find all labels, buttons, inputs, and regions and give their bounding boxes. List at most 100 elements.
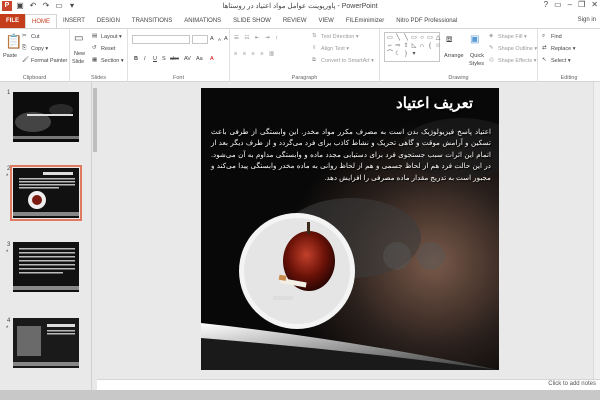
list-buttons[interactable]: ☰ ☷ ⇤ ⇥ ↕ [234,35,280,41]
minimize-button[interactable]: – [568,0,572,9]
shadow-button[interactable]: S [162,56,166,62]
editor-scrollbar[interactable] [593,82,600,379]
new-slide-icon[interactable]: ▭ [74,33,83,44]
copy-button[interactable]: ⎘ Copy ▾ [22,45,48,52]
slides-group-label: Slides [91,75,106,81]
change-case-button[interactable]: Aa [196,56,203,62]
effects-icon: ◎ [489,57,494,63]
tab-transitions[interactable]: TRANSITIONS [126,14,178,28]
ribbon-display-icon[interactable]: ▭ [554,0,562,9]
shape-more-icon[interactable]: ▾ [410,50,418,58]
shape-line-icon[interactable]: ╲ [394,34,402,42]
paste-icon[interactable]: 📋 [5,33,22,50]
tab-fileminimizer[interactable]: FILEminimizer [340,14,390,28]
convert-smartart-button[interactable]: ⧉ Convert to SmartArt ▾ [312,57,374,64]
shape-curve-icon[interactable]: ∩ [418,42,426,50]
quick-styles-label[interactable]: Quick [470,53,484,59]
thumbnail-slide-3[interactable] [13,242,79,292]
arrange-icon[interactable]: ⧈ [446,34,452,45]
replace-button[interactable]: ⇄ Replace ▾ [542,45,575,52]
tab-review[interactable]: REVIEW [277,14,313,28]
font-color-button[interactable]: A [210,56,214,62]
grow-font-button[interactable]: A [210,36,214,42]
quick-styles-icon[interactable]: ▣ [470,34,479,45]
thumbnail-slide-4[interactable] [13,318,79,368]
shape-oval-icon[interactable]: ○ [418,34,426,42]
italic-button[interactable]: I [144,56,146,62]
shape-brace2-icon[interactable]: } [402,50,410,58]
slide-body-text[interactable]: اعتیاد پاسخ فیزیولوژیک بدن است به مصرف م… [211,126,491,183]
shape-arrow-icon[interactable]: ⇨ [394,42,402,50]
tab-animations[interactable]: ANIMATIONS [178,14,227,28]
help-button[interactable]: ? [544,0,548,9]
clear-format-button[interactable]: A [224,36,228,42]
thumbnail-slide-2[interactable] [10,165,82,221]
reset-button[interactable]: ↺ Reset [92,45,115,52]
shape-line2-icon[interactable]: ╲ [402,34,410,42]
tab-home[interactable]: HOME [25,14,57,28]
font-name-input[interactable] [132,35,190,44]
tab-view[interactable]: VIEW [313,14,340,28]
alignment-buttons[interactable]: ≡ ≡ ≡ ≡ ▥ [234,51,276,57]
shape-moon-icon[interactable]: ☾ [394,50,402,58]
text-direction-button[interactable]: ⇅ Text Direction ▾ [312,33,359,40]
align-text-button[interactable]: ⇳ Align Text ▾ [312,45,349,52]
shape-rect-icon[interactable]: ▭ [410,34,418,42]
shrink-font-button[interactable]: A [218,37,221,42]
shape-rtriangle-icon[interactable]: ◺ [410,42,418,50]
underline-button[interactable]: U [153,56,157,62]
shape-outline-button[interactable]: ✎ Shape Outline ▾ [489,45,537,52]
layout-button[interactable]: ▤ Layout ▾ [92,33,122,40]
cut-label: Cut [31,33,40,40]
close-button[interactable]: ✕ [591,0,598,9]
font-group: A A A B I U S abc AV Aa A Font [128,29,230,83]
tab-design[interactable]: DESIGN [91,14,126,28]
shape-curve2-icon[interactable]: ⌒ [386,50,394,58]
shape-textbox-icon[interactable]: ▭ [386,34,394,42]
shape-arrow-up-icon[interactable]: ⇧ [402,42,410,50]
tab-file[interactable]: FILE [0,14,25,28]
new-slide-label[interactable]: New [74,51,85,57]
shape-effects-button[interactable]: ◎ Shape Effects ▾ [489,57,536,64]
bold-button[interactable]: B [134,56,138,62]
clipboard-group: 📋 Paste ✂ Cut ⎘ Copy ▾ 🖌 Format Painter Cli… [0,29,70,83]
quick-styles-label-2[interactable]: Styles [469,61,484,67]
thumbnail-3-image [13,242,79,292]
find-button[interactable]: ⌕ Find [542,33,562,40]
shape-elbow-icon[interactable]: ⌐ [386,42,394,50]
shape-triangle-icon[interactable]: △ [434,34,442,42]
brush-icon: 🖌 [22,57,29,63]
paste-button[interactable]: Paste [3,53,17,59]
format-painter-button[interactable]: 🖌 Format Painter [22,57,67,64]
select-button[interactable]: ↖ Select ▾ [542,57,571,64]
thumbnail-slide-1[interactable] [13,92,79,142]
restore-button[interactable]: ❐ [578,0,585,9]
char-spacing-button[interactable]: AV [184,56,191,62]
shape-star-icon[interactable]: ☆ [434,42,442,50]
tab-slide-show[interactable]: SLIDE SHOW [227,14,277,28]
tab-insert[interactable]: INSERT [57,14,91,28]
thumbnail-1-image [13,92,79,142]
animation-star: * [6,174,9,180]
notes-pane[interactable]: Click to add notes [97,379,600,390]
smartart-label: Convert to SmartArt [321,57,370,64]
strikethrough-button[interactable]: abc [170,56,179,62]
pen-icon: ✎ [489,45,494,51]
find-label: Find [551,33,562,40]
current-slide[interactable]: تعریف اعتیاد اعتیاد پاسخ فیزیولوژیک بدن … [201,88,499,370]
section-button[interactable]: ▦ Section ▾ [92,57,124,64]
slide-title[interactable]: تعریف اعتیاد [396,94,473,112]
arrange-button[interactable]: Arrange [444,53,464,59]
section-icon: ▦ [92,57,98,63]
font-size-input[interactable] [192,35,208,44]
notes-placeholder[interactable]: Click to add notes [548,381,596,387]
shape-rect2-icon[interactable]: ▭ [426,34,434,42]
cut-button[interactable]: ✂ Cut [22,33,40,40]
shape-fill-button[interactable]: ◈ Shape Fill ▾ [489,33,527,40]
title-bar: P ▣ ↶ ↷ ▭ ▾ پاورپوینت عوامل مواد اعتیاد … [0,0,600,14]
shapes-gallery[interactable]: ▭ ╲ ╲ ▭ ○ ▭ △ ⌐ ⇨ ⇧ ◺ ∩ { ☆ ⌒ ☾ } ▾ [384,32,442,62]
tab-nitro-pdf[interactable]: Nitro PDF Professional [390,14,463,28]
new-slide-label-2[interactable]: Slide [72,59,84,65]
sign-in-link[interactable]: Sign in [578,17,596,23]
shape-brace-icon[interactable]: { [426,42,434,50]
